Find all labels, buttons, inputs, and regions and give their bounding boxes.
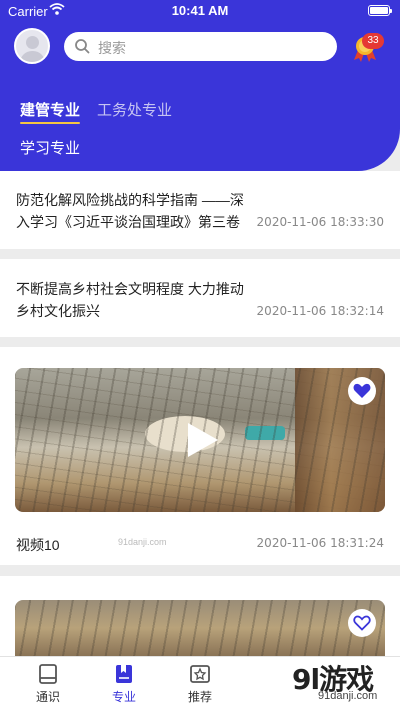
video-thumbnail[interactable]: [15, 368, 385, 512]
tab-label: 工务处专业: [97, 102, 173, 119]
tab-jianguan[interactable]: 建管专业: [20, 99, 81, 124]
video-item[interactable]: 视频10 2020-11-06 18:31:24: [0, 347, 400, 565]
tab-label: 通识: [35, 690, 60, 704]
search-icon: [75, 39, 90, 54]
tab-gongwuchu[interactable]: 工务处专业: [97, 99, 172, 120]
video-item[interactable]: [0, 576, 400, 656]
article-time: 2020-11-06 18:33:30: [256, 215, 384, 229]
tab-label: 专业: [111, 690, 136, 704]
search-bar[interactable]: 搜索: [64, 32, 337, 61]
tab-xuexi[interactable]: 学习专业: [20, 137, 80, 158]
tab-zhuanye[interactable]: 专业: [102, 663, 146, 705]
heart-outline-icon: [353, 615, 371, 631]
favorite-button[interactable]: [348, 609, 376, 637]
article-title: 不断提高乡村社会文明程度 大力推动乡村文化振兴: [16, 281, 244, 319]
bookmark-book-icon: [116, 665, 132, 683]
tab-label: 学习专业: [20, 140, 81, 157]
book-icon: [39, 664, 57, 684]
tab-label: 建管专业: [20, 102, 81, 119]
tab-tongshi[interactable]: 通识: [26, 663, 70, 705]
favorite-button[interactable]: [348, 377, 376, 405]
heart-filled-icon: [353, 383, 371, 398]
tab-active-underline: [20, 122, 81, 124]
star-image-icon: [190, 665, 210, 683]
list-item[interactable]: 防范化解风险挑战的科学指南 ——深入学习《习近平谈治国理政》第三卷 2020-1…: [0, 171, 400, 249]
video-thumbnail[interactable]: [15, 600, 385, 656]
battery-icon: [368, 5, 392, 16]
status-bar: Carrier 10:41 AM: [0, 0, 400, 22]
status-time: 10:41 AM: [171, 3, 229, 18]
watermark-site: 91danji.com: [318, 690, 378, 702]
tab-tuijian[interactable]: 推荐: [178, 663, 222, 705]
article-title: 防范化解风险挑战的科学指南 ——深入学习《习近平谈治国理政》第三卷: [16, 192, 244, 230]
article-time: 2020-11-06 18:32:14: [256, 304, 384, 318]
watermark-site: 91danji.com: [118, 537, 167, 547]
header: Carrier 10:41 AM 搜索 33 建管专业 工务处专业 学习专业: [0, 0, 400, 171]
play-icon[interactable]: [188, 423, 218, 457]
search-input[interactable]: 搜索: [98, 38, 126, 58]
video-title: 视频10: [16, 537, 60, 553]
list-item[interactable]: 不断提高乡村社会文明程度 大力推动乡村文化振兴 2020-11-06 18:32…: [0, 259, 400, 337]
tab-label: 推荐: [187, 690, 212, 704]
video-time: 2020-11-06 18:31:24: [256, 536, 384, 550]
avatar[interactable]: [14, 28, 50, 64]
notification-badge: 33: [362, 33, 384, 49]
